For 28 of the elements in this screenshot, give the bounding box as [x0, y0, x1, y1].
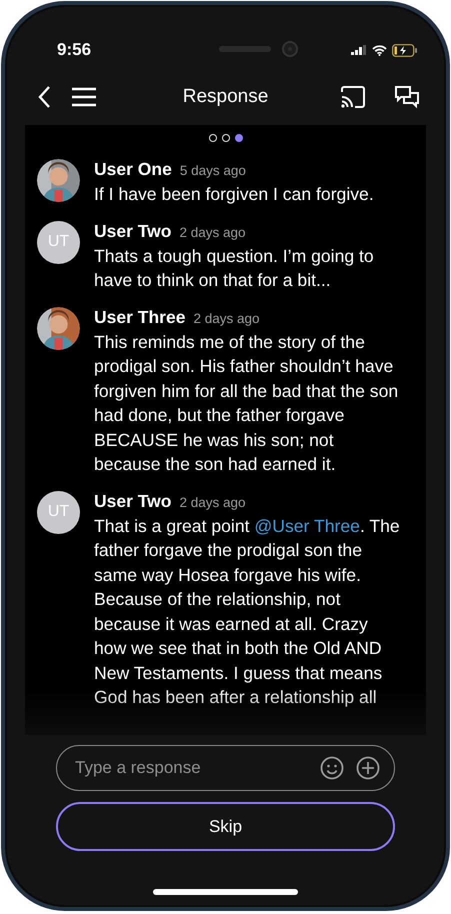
author-name: User One	[94, 159, 172, 180]
comment-time: 2 days ago	[179, 224, 246, 240]
menu-icon[interactable]	[71, 87, 97, 107]
comment-text: That is a great point @User Three. The father forgave the prodigal son the same way Hosea forgave his wife. Because of the relationship, not because it was earned at all. Crazy how we see that in both the Old AND New Testaments. I guess that means God has been after a relationship all	[94, 514, 401, 709]
comment-time: 2 days ago	[193, 310, 260, 326]
author-name: User Three	[94, 306, 186, 328]
battery-charging-icon	[392, 44, 418, 56]
author-name: User Two	[94, 220, 172, 242]
signal-icon	[351, 45, 367, 55]
wifi-icon	[372, 44, 387, 56]
emoji-icon[interactable]	[320, 756, 344, 780]
comment-text: Thats a tough question. I’m going to have to think on that for a bit...	[94, 244, 375, 292]
comment-time: 2 days ago	[179, 494, 246, 510]
add-icon[interactable]	[356, 756, 380, 780]
response-input[interactable]: Type a response	[73, 757, 308, 779]
status-time: 9:56	[57, 40, 92, 60]
cast-icon[interactable]	[340, 86, 366, 108]
page-dot[interactable]	[234, 134, 242, 142]
mention-link[interactable]: @User Three	[254, 516, 360, 536]
comment-time: 5 days ago	[180, 163, 246, 178]
chat-bubbles-icon[interactable]	[394, 85, 420, 109]
comment-text: If I have been forgiven I can forgive.	[94, 183, 375, 206]
author-name: User Two	[94, 490, 172, 512]
response-field[interactable]: Type a response	[56, 745, 395, 791]
comment-text: This reminds me of the story of the prodigal son. His father shouldn’t have forgiven him for all the bad that the son had done, but the father forgave BECAUSE he was his son; not because the son had earned it.	[94, 330, 400, 476]
screen-title: Response	[182, 86, 270, 108]
skip-button[interactable]: Skip	[56, 802, 395, 851]
back-icon[interactable]	[37, 85, 51, 109]
